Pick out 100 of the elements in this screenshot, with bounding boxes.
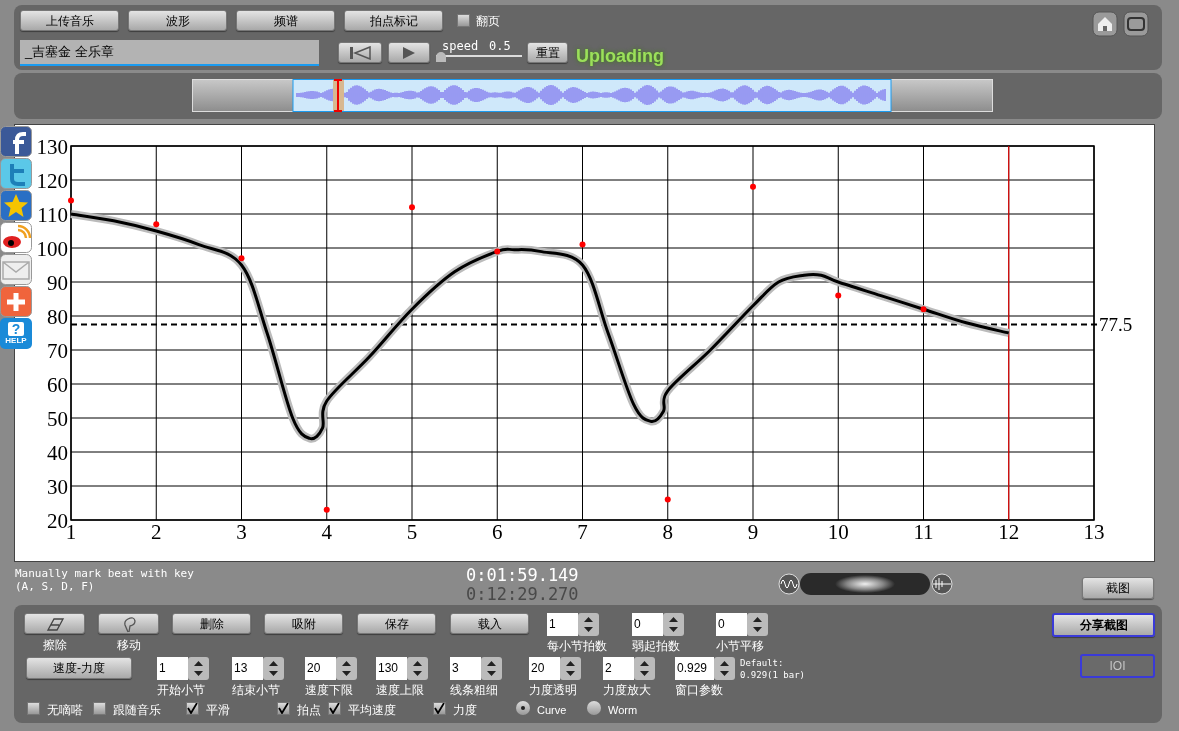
number-field[interactable]: 2 <box>603 657 634 680</box>
toolbar-button[interactable]: 拍点标记 <box>344 10 443 31</box>
status-text: Uploading <box>576 45 664 68</box>
field-label: 弱起拍数 <box>632 638 680 655</box>
y-tick-label: 120 <box>36 169 68 193</box>
x-tick-label: 2 <box>151 520 162 544</box>
checkbox-label: 无嘀嗒 <box>47 702 83 719</box>
action-button[interactable]: 载入 <box>450 613 529 634</box>
checkbox[interactable] <box>277 702 290 715</box>
checkbox-label: 力度 <box>453 702 477 719</box>
play-button[interactable] <box>388 42 430 63</box>
spinner-arrows[interactable] <box>188 657 209 680</box>
spinner-arrows[interactable] <box>634 657 655 680</box>
move-button[interactable] <box>98 613 159 634</box>
y-tick-label: 70 <box>47 339 68 363</box>
x-tick-label: 4 <box>321 520 332 544</box>
spinner-arrows[interactable] <box>407 657 428 680</box>
y-tick-label: 130 <box>36 135 68 159</box>
zoom-slider[interactable] <box>800 573 930 595</box>
radio-label: Worm <box>608 703 638 718</box>
checkbox[interactable] <box>457 14 470 27</box>
total-time: 0:12:29.270 <box>466 585 579 604</box>
y-tick-label: 30 <box>47 475 68 499</box>
checkmark-icon <box>278 703 289 714</box>
toolbar-button[interactable]: 上传音乐 <box>20 10 119 31</box>
spinner-arrows[interactable] <box>747 613 768 636</box>
speed-value: 0.5 <box>489 38 511 55</box>
spinner-arrows[interactable] <box>578 613 599 636</box>
social-icon[interactable] <box>0 126 32 157</box>
share-screenshot-button[interactable]: 分享截图 <box>1052 613 1155 637</box>
screenshot-button[interactable]: 截图 <box>1082 577 1154 599</box>
number-field[interactable]: 13 <box>232 657 263 680</box>
checkbox[interactable] <box>27 702 40 715</box>
beat-point <box>664 496 671 503</box>
field-label: 力度透明 <box>529 682 577 699</box>
spinner-arrows[interactable] <box>263 657 284 680</box>
beat-point <box>68 197 74 204</box>
number-field[interactable]: 0 <box>632 613 663 636</box>
skip-back-button[interactable] <box>338 42 382 63</box>
spinner-arrows[interactable] <box>714 657 735 680</box>
eraser-button[interactable] <box>24 613 85 634</box>
hint-text: (A, S, D, F) <box>15 580 96 593</box>
number-field[interactable]: 3 <box>450 657 481 680</box>
checkbox-label: 平滑 <box>206 702 230 719</box>
field-label: 窗口参数 <box>675 682 723 699</box>
spinner-arrows[interactable] <box>663 613 684 636</box>
ioi-button: IOI <box>1080 654 1155 678</box>
checkmark-icon <box>187 703 198 714</box>
checkmark-icon <box>329 703 340 714</box>
toolbar-button[interactable]: 频谱 <box>236 10 335 31</box>
x-tick-label: 3 <box>236 520 247 544</box>
field-label: 速度上限 <box>376 682 424 699</box>
action-button[interactable]: 吸附 <box>264 613 343 634</box>
beat-point <box>835 292 842 299</box>
number-field[interactable]: 0.929 <box>675 657 714 680</box>
help-label: HELP <box>5 337 27 345</box>
number-field[interactable]: 20 <box>305 657 336 680</box>
field-label: 开始小节 <box>157 682 205 699</box>
spinner-arrows[interactable] <box>481 657 502 680</box>
beat-point <box>409 204 415 211</box>
x-tick-label: 10 <box>827 520 849 544</box>
checkbox[interactable] <box>186 702 199 715</box>
waveform-icon[interactable] <box>931 573 953 595</box>
action-button[interactable]: 保存 <box>357 613 436 634</box>
beat-point <box>920 306 927 313</box>
spinner-arrows[interactable] <box>336 657 357 680</box>
y-tick-label: 50 <box>47 407 68 431</box>
checkbox[interactable] <box>93 702 106 715</box>
eraser-icon <box>44 615 65 632</box>
reset-button[interactable]: 重置 <box>527 42 568 63</box>
speed-slider[interactable] <box>436 52 522 62</box>
x-tick-label: 8 <box>662 520 673 544</box>
number-field[interactable]: 130 <box>376 657 407 680</box>
checkbox-label: 跟随音乐 <box>113 702 161 719</box>
slider-thumb[interactable] <box>436 52 446 62</box>
checkbox-label: 拍点 <box>297 702 321 719</box>
number-field[interactable]: 1 <box>157 657 188 680</box>
beat-point <box>323 506 330 513</box>
action-button[interactable]: 删除 <box>172 613 251 634</box>
fullscreen-icon[interactable] <box>1123 11 1149 37</box>
checkbox[interactable] <box>433 702 446 715</box>
x-tick-label: 6 <box>492 520 503 544</box>
speed-label: speed <box>442 38 479 55</box>
tool-label: 擦除 <box>41 637 68 654</box>
help-button[interactable]: ? HELP <box>0 318 32 349</box>
y-tick-label: 100 <box>36 237 68 261</box>
home-icon[interactable] <box>1092 11 1118 37</box>
plus-icon[interactable] <box>0 286 32 317</box>
average-label: 77.5 <box>1099 313 1133 335</box>
file-name-field[interactable]: _吉塞金 全乐章 <box>20 40 319 66</box>
number-field[interactable]: 0 <box>716 613 747 636</box>
spinner-arrows[interactable] <box>560 657 581 680</box>
checkbox[interactable] <box>328 702 341 715</box>
number-field[interactable]: 1 <box>547 613 578 636</box>
sine-wave-icon[interactable] <box>778 573 800 595</box>
number-field[interactable]: 20 <box>529 657 560 680</box>
mode-button[interactable]: 速度-力度 <box>26 657 132 679</box>
signal-icon[interactable] <box>0 222 32 253</box>
toolbar-button[interactable]: 波形 <box>128 10 227 31</box>
y-tick-label: 40 <box>47 441 68 465</box>
